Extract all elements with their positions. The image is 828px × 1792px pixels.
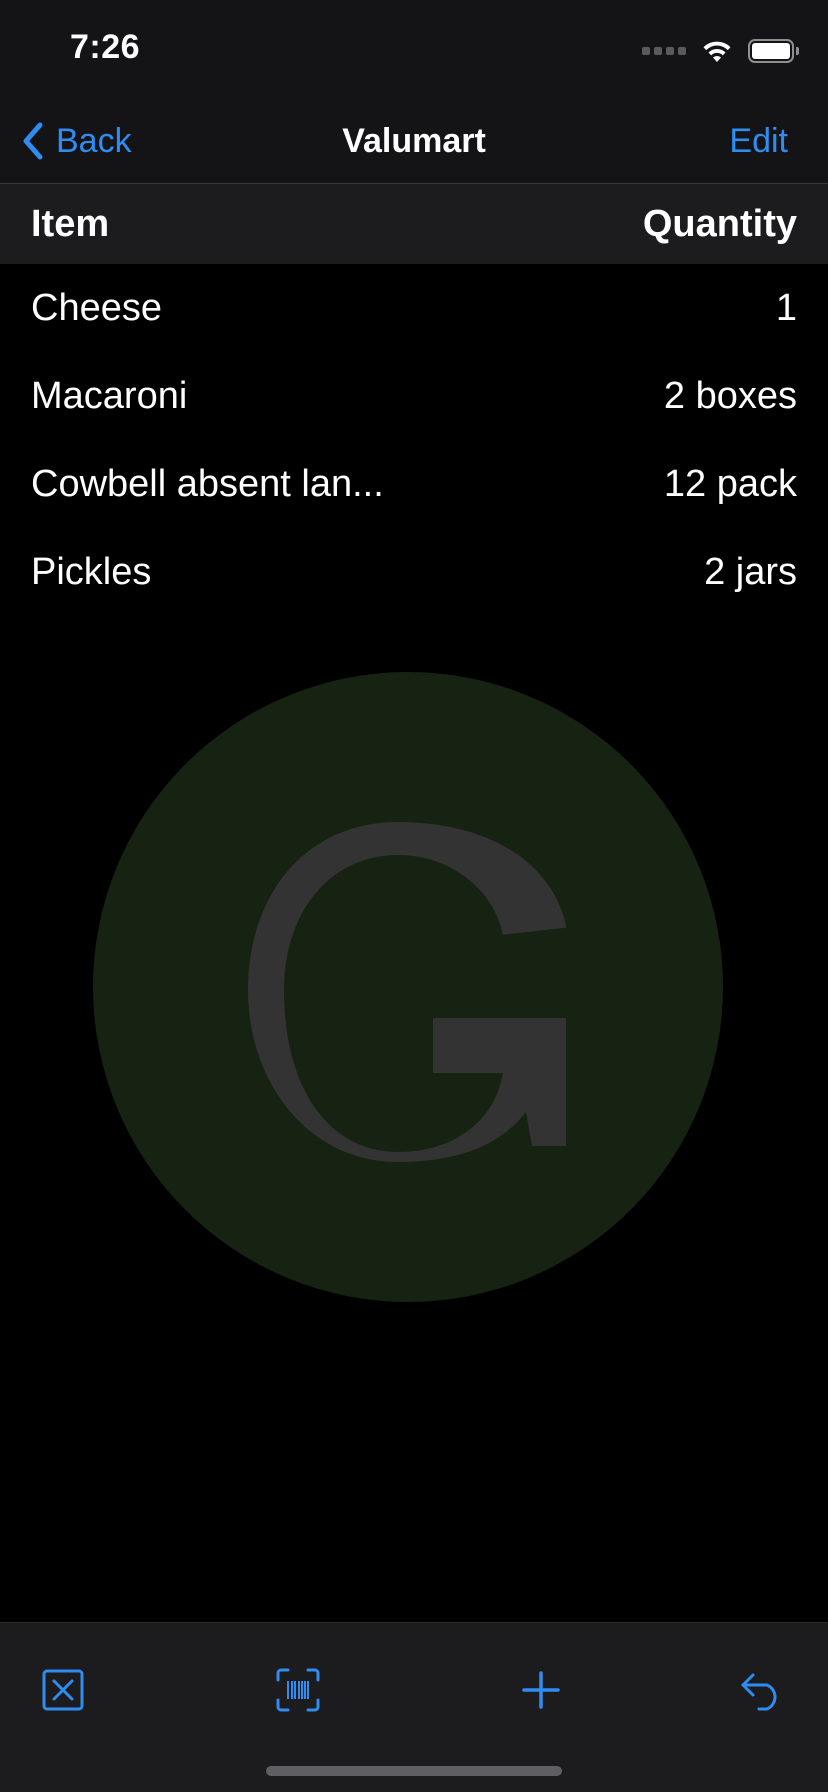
status-time: 7:26 — [70, 28, 141, 66]
page-title: Valumart — [342, 122, 486, 160]
item-name: Cheese — [31, 286, 162, 329]
barcode-scan-button[interactable] — [266, 1658, 330, 1722]
list-item[interactable]: Cheese 1 — [0, 264, 828, 352]
column-header-item: Item — [31, 202, 110, 245]
item-name: Pickles — [31, 550, 152, 593]
wifi-icon — [703, 41, 731, 62]
battery-icon — [748, 39, 799, 63]
item-name: Macaroni — [31, 374, 188, 417]
item-list: Cheese 1 Macaroni 2 boxes Cowbell absent… — [0, 264, 828, 616]
list-header: Item Quantity — [0, 184, 828, 264]
add-item-icon — [522, 1671, 560, 1709]
item-quantity: 2 boxes — [663, 374, 797, 417]
list-item[interactable]: Macaroni 2 boxes — [0, 352, 828, 440]
store-logo — [93, 672, 723, 1302]
clear-list-icon — [42, 1669, 84, 1711]
item-name: Cowbell absent lan... — [31, 462, 384, 505]
cellular-signal-icon — [642, 47, 686, 55]
edit-button[interactable]: Edit — [729, 116, 788, 166]
store-logo-g-icon — [248, 822, 567, 1162]
item-quantity: 12 pack — [663, 462, 797, 505]
add-item-button[interactable] — [509, 1658, 573, 1722]
item-quantity: 1 — [775, 286, 797, 329]
undo-button[interactable] — [730, 1658, 794, 1722]
top-bar: 7:26 Back Valumart Edit — [0, 0, 828, 184]
list-item[interactable]: Cowbell absent lan... 12 pack — [0, 440, 828, 528]
clear-list-button[interactable] — [31, 1658, 95, 1722]
undo-icon — [741, 1673, 777, 1711]
bottom-toolbar — [0, 1622, 828, 1792]
column-header-quantity: Quantity — [642, 202, 797, 245]
barcode-scan-icon — [276, 1668, 320, 1712]
list-item[interactable]: Pickles 2 jars — [0, 528, 828, 616]
item-quantity: 2 jars — [704, 550, 797, 593]
home-indicator[interactable] — [266, 1766, 562, 1776]
status-icons — [642, 36, 799, 66]
